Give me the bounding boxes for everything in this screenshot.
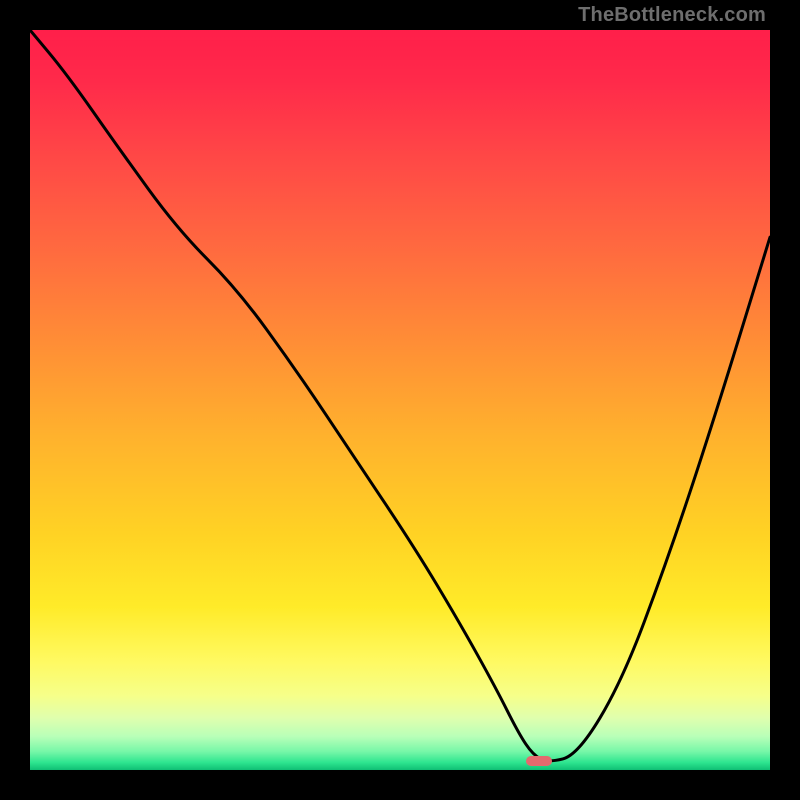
plot-area [30, 30, 770, 770]
bottleneck-curve [30, 30, 770, 770]
watermark-text: TheBottleneck.com [578, 4, 766, 27]
chart-frame: TheBottleneck.com [0, 0, 800, 800]
optimum-marker [526, 756, 552, 766]
